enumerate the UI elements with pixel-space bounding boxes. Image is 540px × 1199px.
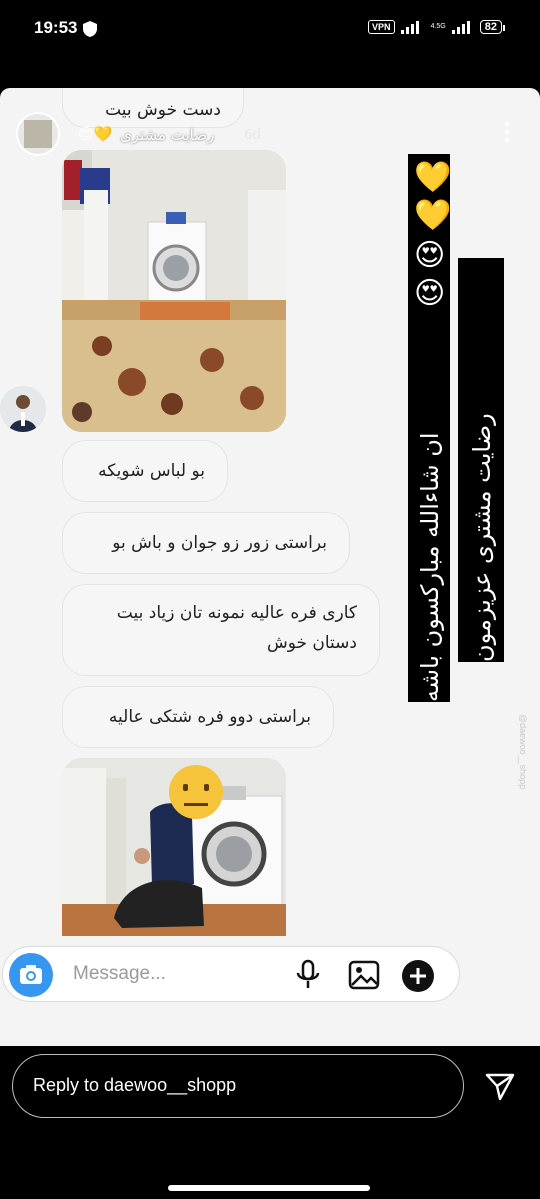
watermark: @daewoo__shopp	[518, 714, 528, 790]
microphone-icon[interactable]	[293, 959, 323, 991]
photo-washing-machine-room	[62, 150, 286, 432]
sender-avatar	[0, 386, 46, 432]
more-options-icon[interactable]	[504, 122, 510, 144]
reply-placeholder: Reply to daewoo__shopp	[33, 1075, 237, 1095]
battery-indicator: 82	[479, 20, 506, 34]
gallery-icon[interactable]	[347, 959, 381, 991]
camera-button[interactable]	[9, 953, 53, 997]
header-username[interactable]: رضايت مشتری	[120, 126, 214, 144]
message-bubble: براستی دوو فره شتكی عاليه	[62, 686, 334, 748]
add-icon[interactable]	[401, 959, 435, 993]
story-age: 6d	[244, 126, 261, 143]
message-bubble: كاری فره عاليه نمونه تان زياد بيت دستان …	[62, 584, 380, 676]
signal-icon	[400, 21, 419, 34]
promo-banner: ان شاءالله مبارکسون باشه رضایت مشتری عزی…	[408, 154, 504, 702]
message-bubble: براستی زور زو جوان و باش بو	[62, 512, 350, 574]
profile-avatar[interactable]	[16, 112, 60, 156]
heart-emoji: 💛	[414, 160, 452, 195]
status-time: 19:53	[34, 18, 78, 37]
header-emoji: 😍💛	[78, 125, 113, 143]
message-composer: Message...	[2, 946, 460, 1002]
heart-eyes-emoji: 😍	[414, 238, 446, 273]
status-icons: VPN 4.5G 82	[368, 20, 506, 34]
camera-icon	[20, 965, 42, 984]
photo-customer-with-machine	[62, 758, 286, 936]
signal-icon-2	[451, 21, 470, 34]
reply-input[interactable]: Reply to daewoo__shopp	[12, 1054, 464, 1118]
story-header: 😍💛 رضايت مشتری 6d	[0, 88, 540, 158]
banner-text-line1: ان شاءالله مبارکسون باشه	[416, 432, 444, 702]
message-bubble: بو لباس شويكه	[62, 440, 228, 502]
network-type: 4.5G	[430, 23, 446, 30]
heart-emoji: 💛	[414, 198, 452, 233]
send-icon[interactable]	[484, 1070, 516, 1102]
status-bar: 19:53 VPN 4.5G 82	[0, 0, 540, 60]
heart-eyes-emoji: 😍	[414, 276, 446, 311]
vpn-badge: VPN	[368, 20, 395, 34]
message-input[interactable]: Message...	[73, 963, 166, 985]
story-canvas[interactable]: دست خوش بيت 😍💛 رضايت مشتری 6d بو لباس شو…	[0, 88, 540, 1046]
home-indicator	[168, 1185, 370, 1191]
shield-icon	[83, 21, 97, 37]
banner-text-line2: رضایت مشتری عزیزمون	[468, 413, 496, 662]
